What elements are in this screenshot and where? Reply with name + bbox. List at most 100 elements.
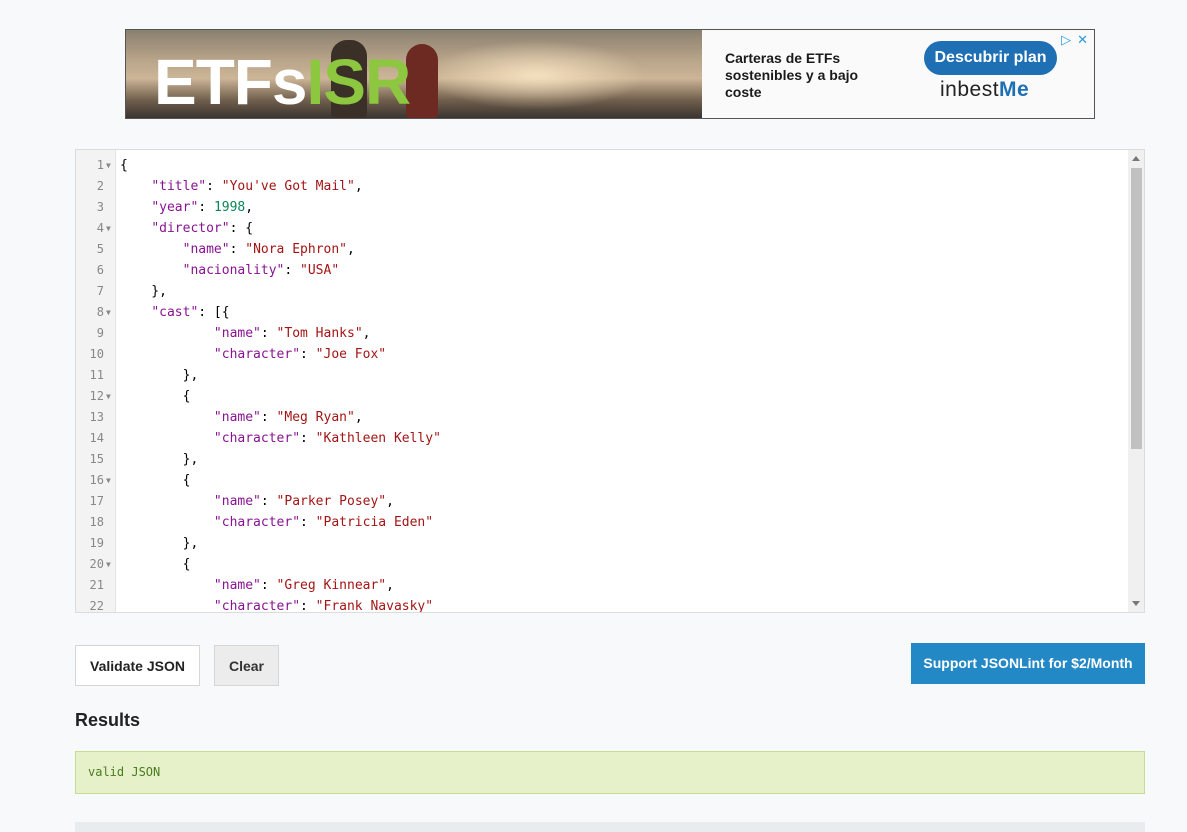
ad-headline: Carteras de ETFs sostenibles y a bajo co… (725, 50, 859, 100)
code-line[interactable]: 9 "name": "Tom Hanks", (76, 323, 1128, 344)
line-number: 5 (96, 242, 104, 256)
code-line[interactable]: 5 "name": "Nora Ephron", (76, 239, 1128, 260)
close-icon[interactable]: ✕ (1077, 32, 1088, 48)
code-line[interactable]: 10 "character": "Joe Fox" (76, 344, 1128, 365)
ad-choices[interactable]: ▷ ✕ (1061, 32, 1088, 48)
ad-cta-button[interactable]: Descubrir plan (924, 41, 1057, 75)
code-line[interactable]: 11 }, (76, 365, 1128, 386)
code-token: "Frank Navasky" (315, 599, 434, 613)
scroll-down-arrow-icon[interactable] (1132, 601, 1140, 606)
ad-logo-part2: ISR (306, 46, 411, 118)
code-token: : (300, 515, 316, 530)
code-line[interactable]: 18 "character": "Patricia Eden" (76, 512, 1128, 533)
clear-button[interactable]: Clear (214, 645, 279, 686)
ad-choices-icon[interactable]: ▷ (1061, 32, 1071, 48)
ad-sun-glow (426, 40, 646, 110)
line-number: 22 (89, 599, 104, 613)
code-text: "name": "Nora Ephron", (120, 239, 355, 260)
code-line[interactable]: 12 ▼ { (76, 386, 1128, 407)
code-line[interactable]: 7 }, (76, 281, 1128, 302)
scrollbar-thumb[interactable] (1131, 168, 1142, 449)
code-text: }, (120, 449, 199, 470)
code-line[interactable]: 8 ▼ "cast": [{ (76, 302, 1128, 323)
code-text: { (120, 386, 191, 407)
support-jsonlint-button[interactable]: Support JSONLint for $2/Month (911, 643, 1145, 684)
validate-json-button[interactable]: Validate JSON (75, 645, 200, 686)
line-number: 17 (89, 494, 104, 508)
code-text: "character": "Patricia Eden" (120, 512, 433, 533)
ad-banner[interactable]: ETFsISR Carteras de ETFs sostenibles y a… (125, 29, 1095, 119)
fold-arrow-icon[interactable]: ▼ (106, 470, 111, 491)
line-number: 12 (89, 389, 104, 403)
code-token: , (347, 242, 355, 257)
code-text: "character": "Kathleen Kelly" (120, 428, 441, 449)
code-token: "character" (213, 431, 301, 446)
code-line[interactable]: 22 "character": "Frank Navasky" (76, 596, 1128, 613)
json-editor[interactable]: 1 ▼{2 "title": "You've Got Mail", 3 "year"… (75, 149, 1145, 613)
code-line[interactable]: 16 ▼ { (76, 470, 1128, 491)
code-line[interactable]: 15 }, (76, 449, 1128, 470)
line-number: 7 (96, 284, 104, 298)
fold-arrow-icon[interactable]: ▼ (106, 386, 111, 407)
results-heading: Results (75, 710, 141, 730)
code-line[interactable]: 17 "name": "Parker Posey", (76, 491, 1128, 512)
code-token: "year" (151, 200, 199, 215)
line-number: 11 (89, 368, 104, 382)
code-text: }, (120, 533, 199, 554)
code-token: "Meg Ryan" (276, 410, 355, 425)
code-token: , (386, 494, 394, 509)
line-number: 3 (96, 200, 104, 214)
code-token: { (120, 158, 128, 173)
fold-arrow-icon[interactable]: ▼ (106, 218, 111, 239)
code-token: : { (229, 221, 254, 236)
fold-arrow-icon[interactable]: ▼ (106, 302, 111, 323)
code-token: { (120, 557, 191, 572)
editor-scrollbar[interactable] (1128, 150, 1144, 612)
code-line[interactable]: 21 "name": "Greg Kinnear", (76, 575, 1128, 596)
code-line[interactable]: 6 "nacionality": "USA" (76, 260, 1128, 281)
code-line[interactable]: 19 }, (76, 533, 1128, 554)
code-line[interactable]: 13 "name": "Meg Ryan", (76, 407, 1128, 428)
code-text: { (120, 554, 191, 575)
code-token: "Parker Posey" (276, 494, 387, 509)
code-text: "character": "Joe Fox" (120, 344, 386, 365)
code-line[interactable]: 1 ▼ { (76, 155, 1128, 176)
scroll-up-arrow-icon[interactable] (1132, 156, 1140, 161)
code-line[interactable]: 2 "title": "You've Got Mail", (76, 176, 1128, 197)
code-token: , (386, 578, 394, 593)
code-text: }, (120, 281, 167, 302)
fold-arrow-icon[interactable]: ▼ (106, 155, 111, 176)
line-number: 13 (89, 410, 104, 424)
code-token: "cast" (151, 305, 199, 320)
code-token: : (300, 431, 316, 446)
code-token: , (354, 179, 363, 194)
code-token: }, (120, 536, 199, 551)
line-number: 20 (89, 557, 104, 571)
code-line[interactable]: 4 ▼ "director": { (76, 218, 1128, 239)
code-token: "name" (213, 410, 261, 425)
code-token: "character" (213, 599, 301, 613)
code-token: "name" (182, 242, 230, 257)
code-token: "Joe Fox" (315, 347, 387, 362)
code-text: "name": "Meg Ryan", (120, 407, 363, 428)
line-number: 18 (89, 515, 104, 529)
fold-arrow-icon[interactable]: ▼ (106, 554, 111, 575)
code-text: "name": "Tom Hanks", (120, 323, 371, 344)
ad-person-image (406, 44, 438, 118)
code-line[interactable]: 20 ▼ { (76, 554, 1128, 575)
code-line[interactable]: 3 "year": 1998, (76, 197, 1128, 218)
code-text: "cast": [{ (120, 302, 229, 323)
code-token: : (206, 179, 222, 194)
code-token: }, (120, 368, 199, 383)
code-line[interactable]: 14 "character": "Kathleen Kelly" (76, 428, 1128, 449)
